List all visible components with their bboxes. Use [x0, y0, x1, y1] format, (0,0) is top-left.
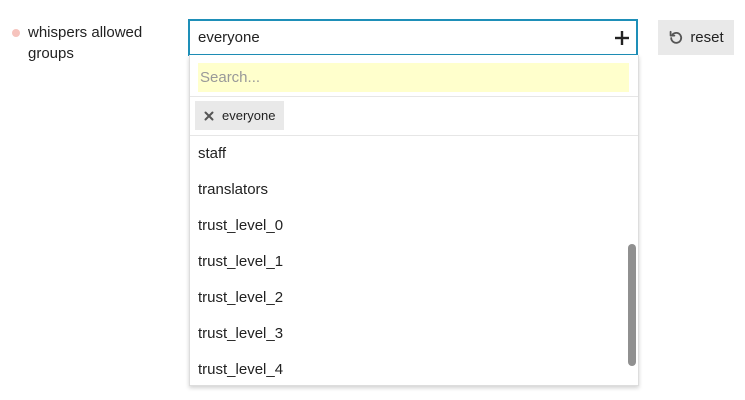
group-select-header[interactable]: everyone: [188, 19, 638, 56]
reset-button[interactable]: reset: [658, 20, 734, 55]
undo-icon: [670, 30, 683, 44]
option-trust-level-1[interactable]: trust_level_1: [190, 244, 638, 280]
group-select-dropdown: everyone staff translators trust_level_0…: [189, 55, 639, 386]
option-trust-level-2[interactable]: trust_level_2: [190, 280, 638, 316]
scrollbar-thumb[interactable]: [628, 244, 636, 366]
selected-choice-label: everyone: [222, 108, 276, 123]
changed-indicator-dot: [12, 29, 20, 37]
option-trust-level-3[interactable]: trust_level_3: [190, 316, 638, 352]
setting-label-text: whispers allowed groups: [28, 24, 143, 62]
option-translators[interactable]: translators: [190, 172, 638, 208]
options-list: staff translators trust_level_0 trust_le…: [190, 136, 638, 385]
reset-button-label: reset: [690, 29, 724, 46]
site-setting-row: whispers allowed groups everyone reset S…: [0, 0, 745, 400]
option-trust-level-4[interactable]: trust_level_4: [190, 352, 638, 385]
option-trust-level-0[interactable]: trust_level_0: [190, 208, 638, 244]
times-icon[interactable]: [204, 111, 214, 121]
filter-area: [190, 55, 638, 97]
search-input[interactable]: [198, 63, 629, 92]
selected-choice-chip[interactable]: everyone: [195, 101, 285, 130]
selected-choices: everyone: [190, 97, 638, 136]
plus-icon[interactable]: [608, 21, 636, 54]
option-staff[interactable]: staff: [190, 136, 638, 172]
setting-label: whispers allowed groups: [12, 22, 172, 64]
select-header-value: everyone: [198, 29, 260, 46]
